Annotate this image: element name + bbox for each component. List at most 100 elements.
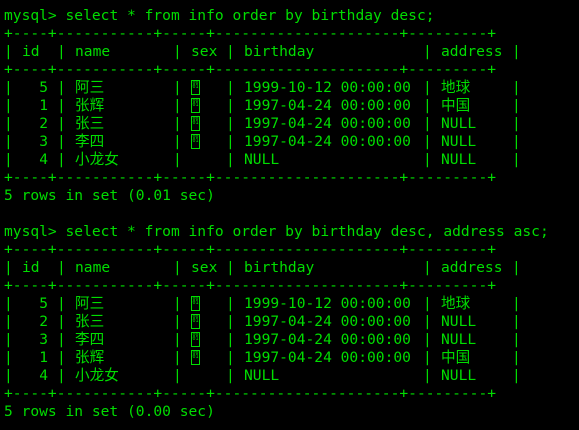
cell-address: NULL — [441, 367, 477, 384]
column-separator: | — [226, 43, 235, 60]
prompt: mysql> — [4, 223, 66, 240]
cell-address: NULL — [441, 115, 477, 132]
unprintable-glyph-icon: 00 01 — [191, 116, 200, 131]
table-border-mid: +----+-----------+-----+----------------… — [4, 61, 497, 78]
column-header-birthday: birthday — [244, 43, 315, 60]
column-separator: | — [57, 349, 66, 366]
column-separator: | — [57, 313, 66, 330]
table-header-row: | id | name | sex | birthday | address | — [4, 43, 579, 61]
column-separator: | — [226, 79, 235, 96]
unprintable-glyph-icon: 00 01 — [191, 296, 200, 311]
cell-sex: 00 01 — [182, 349, 226, 367]
column-separator: | — [173, 151, 182, 168]
column-separator: | — [226, 97, 235, 114]
cell-birthday: 1999-10-12 00:00:00 — [244, 295, 411, 312]
column-separator: | — [4, 43, 13, 60]
column-separator: | — [173, 331, 182, 348]
cell-id: 4 — [39, 367, 48, 384]
terminal-output[interactable]: mysql> select * from info order by birth… — [4, 7, 579, 421]
column-separator: | — [4, 133, 13, 150]
cell-name: 阿三 — [75, 295, 105, 312]
column-separator: | — [226, 133, 235, 150]
cell-name: 阿三 — [75, 79, 105, 96]
cell-address: NULL — [441, 313, 477, 330]
column-separator: | — [423, 259, 432, 276]
table-row: | 1 | 张辉 | 00 01 | 1997-04-24 00:00:00 | 中国 | — [4, 349, 579, 367]
column-separator: | — [512, 151, 521, 168]
column-separator: | — [423, 115, 432, 132]
table-header-row: | id | name | sex | birthday | address | — [4, 259, 579, 277]
column-separator: | — [4, 349, 13, 366]
cell-address: 地球 — [441, 295, 471, 312]
cell-id: 3 — [39, 133, 48, 150]
column-separator: | — [226, 349, 235, 366]
cell-address: NULL — [441, 331, 477, 348]
cell-birthday: NULL — [244, 367, 280, 384]
column-separator: | — [173, 115, 182, 132]
cell-id: 1 — [39, 97, 48, 114]
unprintable-glyph-icon: 00 01 — [191, 98, 200, 113]
prompt: mysql> — [4, 7, 66, 24]
column-separator: | — [423, 331, 432, 348]
column-header-id: id — [22, 259, 40, 276]
unprintable-glyph-icon: 00 01 — [191, 80, 200, 95]
column-separator: | — [512, 367, 521, 384]
column-separator: | — [423, 43, 432, 60]
column-separator: | — [512, 97, 521, 114]
cell-address: NULL — [441, 133, 477, 150]
column-separator: | — [512, 331, 521, 348]
cell-id: 5 — [39, 79, 48, 96]
column-header-sex: sex — [191, 43, 218, 60]
column-separator: | — [226, 367, 235, 384]
command-line: mysql> select * from info order by birth… — [4, 223, 579, 241]
column-separator: | — [512, 259, 521, 276]
column-separator: | — [226, 331, 235, 348]
table-row: | 2 | 张三 | 00 01 | 1997-04-24 00:00:00 | NULL | — [4, 313, 579, 331]
unprintable-glyph-icon: 00 01 — [191, 350, 200, 365]
column-separator: | — [173, 367, 182, 384]
column-separator: | — [173, 79, 182, 96]
cell-id: 3 — [39, 331, 48, 348]
column-separator: | — [512, 79, 521, 96]
table-row: | 4 | 小龙女 | | NULL | NULL | — [4, 367, 579, 385]
column-separator: | — [226, 115, 235, 132]
table-row: | 1 | 张辉 | 00 01 | 1997-04-24 00:00:00 | 中国 | — [4, 97, 579, 115]
unprintable-glyph-icon: 00 01 — [191, 134, 200, 149]
command-line: mysql> select * from info order by birth… — [4, 7, 579, 25]
column-separator: | — [173, 97, 182, 114]
column-separator: | — [4, 313, 13, 330]
sql-command: select * from info order by birthday des… — [65, 223, 549, 240]
cell-sex: 00 01 — [182, 331, 226, 349]
column-separator: | — [173, 133, 182, 150]
table-row: | 5 | 阿三 | 00 01 | 1999-10-12 00:00:00 | 地球 | — [4, 295, 579, 313]
column-header-birthday: birthday — [244, 259, 315, 276]
column-separator: | — [512, 133, 521, 150]
unprintable-glyph-icon: 00 01 — [191, 314, 200, 329]
cell-name: 小龙女 — [75, 151, 119, 168]
cell-birthday: 1997-04-24 00:00:00 — [244, 313, 411, 330]
column-separator: | — [173, 349, 182, 366]
cell-birthday: 1997-04-24 00:00:00 — [244, 349, 411, 366]
cell-id: 4 — [39, 151, 48, 168]
table-row: | 3 | 李四 | 00 01 | 1997-04-24 00:00:00 | NULL | — [4, 331, 579, 349]
column-header-address: address — [441, 259, 503, 276]
cell-address: 中国 — [441, 349, 471, 366]
cell-birthday: 1997-04-24 00:00:00 — [244, 133, 411, 150]
column-separator: | — [226, 259, 235, 276]
column-separator: | — [57, 43, 66, 60]
column-separator: | — [423, 97, 432, 114]
cell-birthday: 1997-04-24 00:00:00 — [244, 97, 411, 114]
column-separator: | — [173, 313, 182, 330]
column-separator: | — [4, 79, 13, 96]
column-header-name: name — [75, 259, 111, 276]
cell-birthday: 1997-04-24 00:00:00 — [244, 331, 411, 348]
table-border-top: +----+-----------+-----+----------------… — [4, 25, 497, 42]
cell-address: 地球 — [441, 79, 471, 96]
result-summary: 5 rows in set (0.00 sec) — [4, 403, 215, 420]
column-separator: | — [512, 295, 521, 312]
table-row: | 4 | 小龙女 | | NULL | NULL | — [4, 151, 579, 169]
column-separator: | — [512, 43, 521, 60]
column-separator: | — [173, 259, 182, 276]
table-border-bottom: +----+-----------+-----+----------------… — [4, 169, 497, 186]
